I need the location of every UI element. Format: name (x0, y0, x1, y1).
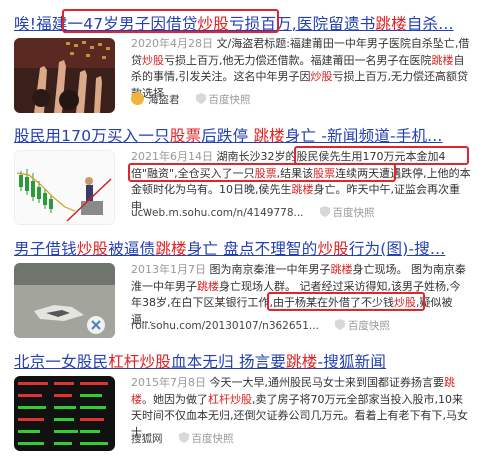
snapshot-link[interactable]: 百度快照 (348, 320, 390, 332)
title-keyword[interactable]: 股票 (170, 127, 201, 145)
result-meta: roll.sohu.com/20130107/n362651... 百度快照 (131, 318, 390, 333)
snapshot-link[interactable]: 百度快照 (333, 207, 375, 219)
title-keyword[interactable]: 杠杆炒股 (108, 353, 171, 371)
title-keyword[interactable]: 跳楼 (155, 240, 186, 258)
source-logo-icon (131, 92, 144, 105)
accident-scene-image (14, 263, 115, 338)
shield-icon (334, 319, 345, 330)
result-thumbnail[interactable] (14, 376, 115, 451)
result-thumbnail[interactable] (14, 263, 115, 338)
title-text[interactable]: 股民用170万买入一只 (14, 127, 170, 145)
result-meta: 搜狐网 百度快照 (131, 431, 234, 446)
title-text[interactable]: 后跌停 (201, 127, 253, 145)
highlight-box-snippet (128, 163, 396, 182)
result-thumbnail[interactable] (14, 150, 115, 225)
result-meta: ucweb.m.sohu.com/n/4149778... 百度快照 (131, 205, 375, 220)
title-text[interactable]: 血本无归 扬言要 (171, 353, 286, 371)
snapshot-link[interactable]: 百度快照 (192, 433, 234, 445)
result-source[interactable]: ucweb.m.sohu.com/n/4149778... (131, 207, 304, 219)
result-title[interactable]: 北京一女股民杠杆炒股血本无归 扬言要跳楼-搜狐新闻 (14, 350, 386, 372)
result-thumbnail[interactable] (14, 38, 115, 113)
highlight-box-snippet (267, 292, 425, 311)
result-source[interactable]: roll.sohu.com/20130107/n362651... (131, 320, 319, 332)
title-text[interactable]: 自杀... (407, 15, 454, 33)
result-date: 2020年4月28日 (131, 37, 213, 50)
title-text[interactable]: 身亡 盘点不理智的 (187, 240, 318, 258)
title-text[interactable]: -搜狐新闻 (317, 353, 386, 371)
stock-screen-image (14, 376, 115, 451)
title-keyword[interactable]: 跳楼 (253, 127, 284, 145)
shield-icon (178, 432, 189, 443)
title-text[interactable]: 北京一女股民 (14, 353, 108, 371)
title-text[interactable]: 被逼债 (108, 240, 155, 258)
result-title[interactable]: 男子借钱炒股被逼债跳楼身亡 盘点不理智的炒股行为(图)-搜... (14, 237, 445, 259)
stock-chart-image (15, 151, 114, 224)
shield-icon (195, 93, 206, 104)
highlight-box-title (62, 9, 279, 33)
stock-traders-image (14, 38, 115, 113)
shield-icon (319, 206, 330, 217)
title-keyword[interactable]: 跳楼 (286, 353, 317, 371)
result-meta: 海盗君 百度快照 (131, 92, 251, 107)
snapshot-link[interactable]: 百度快照 (209, 94, 251, 106)
title-text[interactable]: 身亡 -新闻频道-手机... (285, 127, 443, 145)
result-source[interactable]: 搜狐网 (131, 433, 163, 445)
title-keyword[interactable]: 炒股 (317, 240, 348, 258)
title-text[interactable]: 行为(图)-搜... (349, 240, 445, 258)
title-keyword[interactable]: 炒股 (77, 240, 108, 258)
title-keyword[interactable]: 跳楼 (375, 15, 406, 33)
result-source[interactable]: 海盗君 (148, 94, 180, 106)
result-date: 2021年6月14日 (131, 150, 213, 163)
title-text[interactable]: ,医院留遗书 (292, 15, 376, 33)
result-date: 2013年1月7日 (131, 263, 206, 276)
result-date: 2015年7月8日 (131, 376, 206, 389)
result-title[interactable]: 股民用170万买入一只股票后跌停 跳楼身亡 -新闻频道-手机... (14, 124, 443, 146)
title-text[interactable]: 男子借钱 (14, 240, 77, 258)
